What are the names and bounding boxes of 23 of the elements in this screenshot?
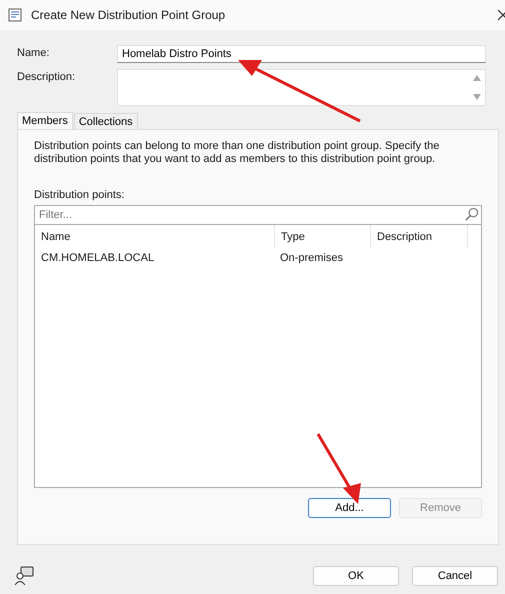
name-field[interactable]: Homelab Distro Points <box>117 45 486 63</box>
scroll-down-icon[interactable] <box>472 93 482 101</box>
column-header[interactable]: Description <box>371 225 468 249</box>
scroll-up-icon[interactable] <box>472 74 482 82</box>
search-icon[interactable] <box>464 207 479 222</box>
window-title: Create New Distribution Point Group <box>31 8 226 22</box>
list-label: Distribution points: <box>34 189 126 201</box>
ok-button[interactable]: OK <box>313 566 399 586</box>
column-header[interactable]: Type <box>275 225 371 249</box>
field-label: Description: <box>17 70 76 85</box>
add-button[interactable]: Add... <box>308 498 391 518</box>
window-icon <box>8 8 22 22</box>
tab[interactable]: Collections <box>74 113 138 129</box>
filter-field[interactable]: Filter... <box>34 205 482 225</box>
tab[interactable]: Members <box>17 112 73 129</box>
cancel-button[interactable]: Cancel <box>412 566 498 586</box>
table-cell-text: CM.HOMELAB.LOCAL <box>40 251 156 266</box>
description-field[interactable] <box>117 69 486 106</box>
field-label: Name: <box>17 46 50 61</box>
user-feedback-icon[interactable] <box>14 566 34 586</box>
description-text: Distribution points can belong to more than one distribution point group. Specify the distribution points that you want to add as members to this distribution point group. <box>34 140 440 166</box>
column-header[interactable]: Name <box>35 225 275 249</box>
table-cell-text: On-premises <box>279 251 344 266</box>
